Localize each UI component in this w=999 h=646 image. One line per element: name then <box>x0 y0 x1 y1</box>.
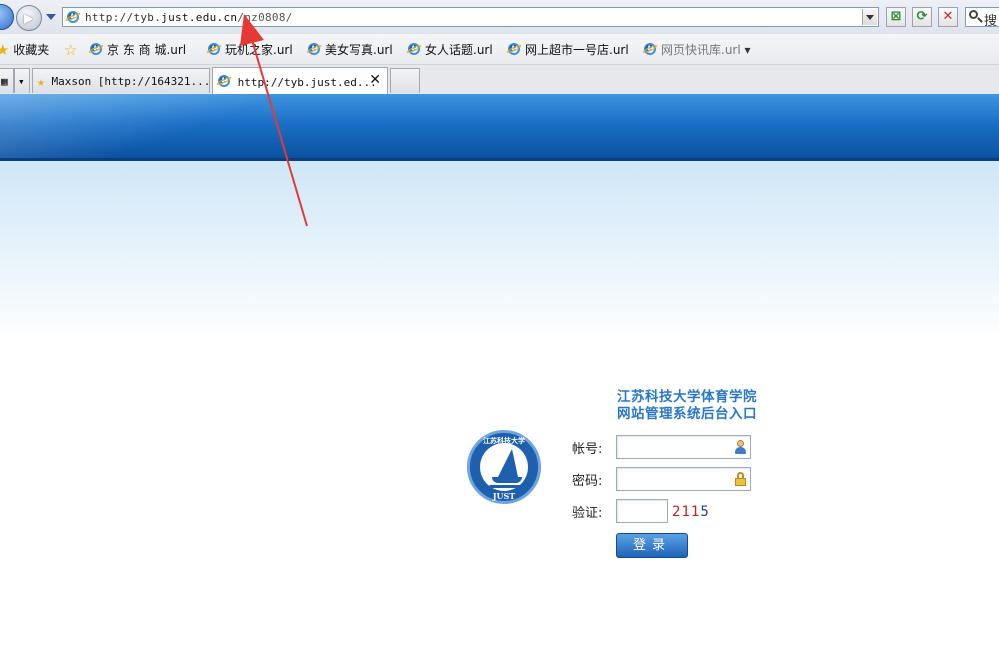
favorites-button[interactable]: ★ 收藏夹 <box>0 41 49 59</box>
ie-page-icon: e <box>215 72 233 88</box>
favorite-item-women[interactable]: e 女人话题.url <box>405 40 493 58</box>
favorite-label: 京 东 商 城.url <box>107 43 187 57</box>
favorite-label: 玩机之家.url <box>225 43 293 57</box>
verify-label: 验证: <box>572 506 603 521</box>
captcha-char: 1 <box>681 504 691 520</box>
back-button[interactable] <box>0 4 14 30</box>
sailboat-icon <box>498 449 518 477</box>
favorite-item-jd[interactable]: e京 东 商 城.url <box>87 40 187 58</box>
tab-list-button[interactable]: ▾ <box>14 68 30 93</box>
password-input[interactable] <box>616 467 751 491</box>
new-tab-button[interactable] <box>390 68 420 93</box>
chevron-down-icon: ▾ <box>18 75 25 88</box>
title-line-2: 网站管理系统后台入口 <box>617 406 757 422</box>
history-dropdown-icon[interactable] <box>46 14 56 20</box>
grid-icon: ▦ <box>1 75 8 88</box>
favorite-item-wanji[interactable]: e 玩机之家.url <box>205 40 293 58</box>
verify-input[interactable] <box>616 499 668 523</box>
search-icon <box>969 10 978 19</box>
page-content: 江苏科技大学体育学院 网站管理系统后台入口 江苏科技大学 JUST 帐号: 密码… <box>0 94 999 646</box>
account-input[interactable] <box>616 435 751 459</box>
header-banner <box>0 94 999 160</box>
login-button[interactable]: 登录 <box>616 533 688 558</box>
tab-maxson[interactable]: ★ Maxson [http://164321... <box>32 68 210 93</box>
url-path: /nz0808/ <box>237 11 293 24</box>
tab-current[interactable]: e http://tyb.just.ed... ✕ <box>212 67 388 94</box>
favorite-item-yhd[interactable]: e 网上超市一号店.url <box>505 40 629 58</box>
url-host: just.edu.cn <box>161 11 238 24</box>
address-dropdown-button[interactable] <box>862 9 877 25</box>
chevron-down-icon[interactable]: ▾ <box>745 43 751 57</box>
favorite-label: 网上超市一号店.url <box>525 43 629 57</box>
url-scheme-host: http://tyb. <box>85 11 162 24</box>
quick-tabs-button[interactable]: ▦ <box>0 68 14 93</box>
add-favorite-button[interactable]: ☆ <box>64 41 77 59</box>
favorite-label: 美女写真.url <box>325 43 393 57</box>
ie-page-icon: e <box>505 40 523 56</box>
compatibility-view-button[interactable]: ⊠ <box>886 7 906 27</box>
account-label: 帐号: <box>572 442 603 457</box>
address-bar[interactable]: e http://tyb.just.edu.cn/nz0808/ <box>62 7 879 27</box>
tab-label: Maxson [http://164321... <box>51 75 211 88</box>
login-title: 江苏科技大学体育学院 网站管理系统后台入口 <box>617 389 757 423</box>
user-icon <box>734 440 746 454</box>
title-line-1: 江苏科技大学体育学院 <box>617 389 757 405</box>
favorites-bar: ★ 收藏夹 ☆ e京 东 商 城.url e 玩机之家.url e 美女写真.url… <box>0 34 999 65</box>
ie-page-icon: e <box>205 40 223 56</box>
address-text[interactable]: http://tyb.just.edu.cn/nz0808/ <box>85 11 293 24</box>
add-favorite-icon: ☆ <box>64 41 78 59</box>
university-logo: 江苏科技大学 JUST <box>467 430 541 504</box>
ie-page-icon: e <box>405 40 423 56</box>
tab-label: http://tyb.just.ed... <box>237 76 377 89</box>
favorite-item-photos[interactable]: e 美女写真.url <box>305 40 393 58</box>
logo-text: JUST <box>492 491 516 501</box>
search-box[interactable]: 搜 <box>965 7 999 29</box>
captcha-char: 1 <box>690 504 701 520</box>
ie-page-icon: e <box>305 40 323 56</box>
forward-button[interactable] <box>16 5 42 31</box>
captcha-char: 5 <box>700 504 710 520</box>
favicon-icon: ★ <box>37 75 45 90</box>
address-toolbar: e http://tyb.just.edu.cn/nz0808/ ⊠ ⟳ ✕ 搜 <box>0 0 999 35</box>
captcha-image[interactable]: 2115 <box>672 504 710 520</box>
favorite-label: 女人话题.url <box>425 43 493 57</box>
password-label: 密码: <box>572 474 603 489</box>
stop-button[interactable]: ✕ <box>938 7 958 27</box>
star-icon: ★ <box>0 41 10 59</box>
lock-icon <box>734 472 746 486</box>
search-placeholder: 搜 <box>984 14 998 29</box>
ie-page-icon: e <box>641 40 659 56</box>
close-tab-icon[interactable]: ✕ <box>369 72 381 88</box>
favorite-label: 网页快讯库.url <box>661 43 741 57</box>
background-gradient <box>0 161 999 341</box>
tab-bar: ▦ ▾ ★ Maxson [http://164321... e http://… <box>0 65 999 95</box>
browser-chrome: e http://tyb.just.edu.cn/nz0808/ ⊠ ⟳ ✕ 搜… <box>0 0 999 95</box>
ie-page-icon: e <box>64 8 82 24</box>
favorite-item-webslice[interactable]: e 网页快讯库.url ▾ <box>641 40 751 58</box>
refresh-button[interactable]: ⟳ <box>912 7 932 27</box>
favorites-label: 收藏夹 <box>13 43 50 57</box>
ie-page-icon: e <box>87 40 105 56</box>
